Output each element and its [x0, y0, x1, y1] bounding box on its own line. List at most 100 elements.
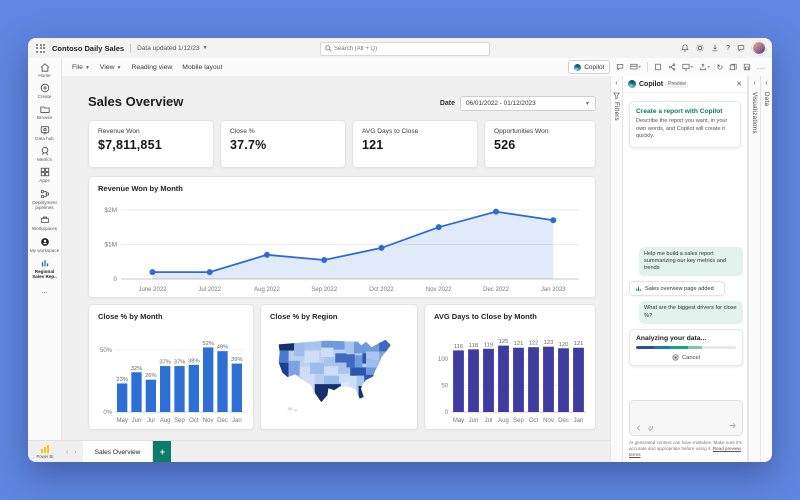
- svg-text:Nov 2022: Nov 2022: [426, 287, 452, 293]
- feedback-icon[interactable]: [737, 44, 745, 52]
- sidebar-item-create[interactable]: Create: [28, 83, 62, 99]
- attach-icon[interactable]: [647, 424, 655, 432]
- copilot-suggestion-card[interactable]: Create a report with Copilot Describe th…: [629, 101, 741, 148]
- svg-text:Jun: Jun: [132, 418, 142, 424]
- svg-text:32%: 32%: [131, 366, 143, 372]
- bookmark-icon[interactable]: [654, 63, 662, 71]
- svg-text:Oct: Oct: [189, 418, 199, 424]
- avg-days-bar-chart: 050100116May118Jun119Jul125Aug121Sep122O…: [431, 323, 589, 425]
- date-slicer-label: Date: [440, 100, 455, 107]
- close-pct-bar-chart-card[interactable]: Close % by Month 0%50%23%May32%Jun26%Jul…: [88, 304, 254, 430]
- more-icon[interactable]: ...: [757, 64, 766, 71]
- sidebar-item-workspaces[interactable]: Workspaces: [28, 215, 62, 231]
- menu-view[interactable]: View▼: [100, 64, 122, 71]
- chevron-left-icon[interactable]: ‹: [765, 80, 767, 87]
- help-icon[interactable]: ?: [726, 45, 730, 52]
- menu-mobile-layout[interactable]: Mobile layout: [182, 64, 222, 71]
- close-icon[interactable]: ✕: [736, 80, 742, 88]
- search-input[interactable]: [332, 45, 485, 53]
- svg-text:118: 118: [469, 343, 478, 349]
- svg-text:121: 121: [514, 341, 524, 347]
- data-pane-label: Data: [763, 92, 770, 106]
- data-updated-label[interactable]: Data updated 1/12/23: [137, 45, 200, 52]
- status-chip[interactable]: Sales overview page added: [629, 281, 725, 296]
- user-avatar[interactable]: [752, 41, 766, 55]
- menu-reading-view[interactable]: Reading view: [131, 64, 172, 71]
- top-bar: Contoso Daily Sales Data updated 1/12/23…: [28, 38, 772, 59]
- avg-days-bar-chart-card[interactable]: AVG Days to Close by Month 050100116May1…: [424, 304, 596, 430]
- sidebar-more-icon[interactable]: ...: [41, 286, 48, 295]
- kpi-card-opportunities-won[interactable]: Opportunities Won 526: [484, 120, 596, 168]
- filters-pane-collapsed[interactable]: ‹ Filters: [610, 76, 622, 462]
- download-icon[interactable]: [711, 44, 719, 52]
- refresh-icon[interactable]: ↻: [716, 63, 723, 72]
- prompt-guide-icon[interactable]: [635, 424, 643, 432]
- present-icon[interactable]: [682, 63, 693, 71]
- svg-text:$1M: $1M: [104, 241, 117, 248]
- revenue-line-chart-card[interactable]: Revenue Won by Month $2M$1M0June 2022Jul…: [88, 176, 596, 298]
- filter-funnel-icon: [613, 92, 620, 99]
- send-icon[interactable]: [728, 421, 737, 432]
- date-range-slicer[interactable]: 06/01/2022 - 01/12/2023 ▼: [460, 96, 596, 111]
- app-launcher-icon[interactable]: [36, 44, 45, 53]
- kpi-card-revenue-won[interactable]: Revenue Won $7,811,851: [88, 120, 214, 168]
- svg-text:Jul 2022: Jul 2022: [198, 287, 221, 293]
- notifications-bell-icon[interactable]: [681, 44, 689, 52]
- close-pct-bar-chart: 0%50%23%May32%Jun26%Jul37%Aug37%Sep38%Oc…: [95, 323, 247, 425]
- svg-text:52%: 52%: [202, 341, 214, 347]
- cancel-stop-icon: [672, 354, 679, 361]
- visualizations-pane-label: Visualizations: [751, 92, 758, 134]
- divider: [130, 44, 131, 53]
- apps-grid-icon: [40, 167, 50, 177]
- copilot-input-box[interactable]: [629, 400, 743, 436]
- chevron-left-icon[interactable]: ‹: [615, 80, 617, 87]
- tab-sales-overview[interactable]: Sales Overview: [83, 441, 154, 462]
- page-nav-chevrons[interactable]: ‹ ›: [66, 449, 79, 456]
- kpi-card-close-pct[interactable]: Close % 37.7%: [220, 120, 346, 168]
- user-chat-bubble: Help me build a sales report summarizing…: [639, 247, 743, 277]
- comment-icon[interactable]: [616, 63, 624, 71]
- duplicate-icon[interactable]: [729, 63, 737, 71]
- chevron-down-icon[interactable]: ▼: [203, 45, 208, 51]
- svg-text:39%: 39%: [231, 357, 243, 363]
- svg-text:49%: 49%: [217, 345, 229, 351]
- sidebar-item-metrics[interactable]: Metrics: [28, 146, 62, 162]
- share-icon[interactable]: [668, 63, 676, 71]
- report-canvas: Sales Overview Date 06/01/2022 - 01/12/2…: [62, 76, 610, 440]
- svg-text:122: 122: [529, 341, 539, 347]
- close-pct-map-card[interactable]: Close % by Region: [260, 304, 418, 430]
- settings-gear-icon[interactable]: [696, 44, 704, 52]
- chevron-left-icon[interactable]: ‹: [753, 80, 755, 87]
- svg-text:37%: 37%: [174, 360, 186, 366]
- sidebar-item-data-hub[interactable]: Data hub: [28, 125, 62, 141]
- analyzing-card: Analyzing your data... Cancel: [629, 329, 743, 366]
- copilot-chat: Help me build a sales report summarizing…: [623, 247, 749, 366]
- svg-text:Oct 2022: Oct 2022: [369, 287, 394, 293]
- sidebar-item-home[interactable]: Home: [28, 63, 62, 78]
- sidebar-item-regional-sales-report[interactable]: Regional Sales Rep..: [28, 258, 62, 280]
- sidebar-item-browse[interactable]: Browse: [28, 105, 62, 120]
- save-icon[interactable]: [743, 63, 751, 71]
- search-box[interactable]: [320, 42, 490, 56]
- visualizations-pane-collapsed[interactable]: ‹ Visualizations: [748, 76, 760, 462]
- copilot-logo-icon: [574, 64, 581, 71]
- svg-text:Aug: Aug: [498, 418, 509, 424]
- report-added-icon: [635, 285, 642, 292]
- cancel-button[interactable]: Cancel: [636, 354, 736, 361]
- svg-text:Nov: Nov: [543, 418, 554, 424]
- menu-file[interactable]: File▼: [72, 64, 90, 71]
- sidebar-item-apps[interactable]: Apps: [28, 167, 62, 183]
- svg-text:50%: 50%: [100, 348, 113, 354]
- sidebar-item-my-workspace[interactable]: My workspace: [28, 237, 62, 253]
- kpi-card-avg-days[interactable]: AVG Days to Close 121: [352, 120, 478, 168]
- data-pane-collapsed[interactable]: ‹ Data: [760, 76, 772, 462]
- svg-text:Jul: Jul: [147, 418, 155, 424]
- copilot-button[interactable]: Copilot: [568, 60, 610, 74]
- view-mode-icon[interactable]: [630, 63, 641, 71]
- us-choropleth-map: [269, 323, 409, 421]
- add-page-button[interactable]: +: [153, 441, 171, 462]
- sidebar-item-deployment-pipelines[interactable]: Deployment pipelines: [28, 189, 62, 211]
- svg-text:120: 120: [559, 342, 569, 348]
- data-hub-icon: [40, 125, 50, 135]
- export-icon[interactable]: [699, 63, 710, 71]
